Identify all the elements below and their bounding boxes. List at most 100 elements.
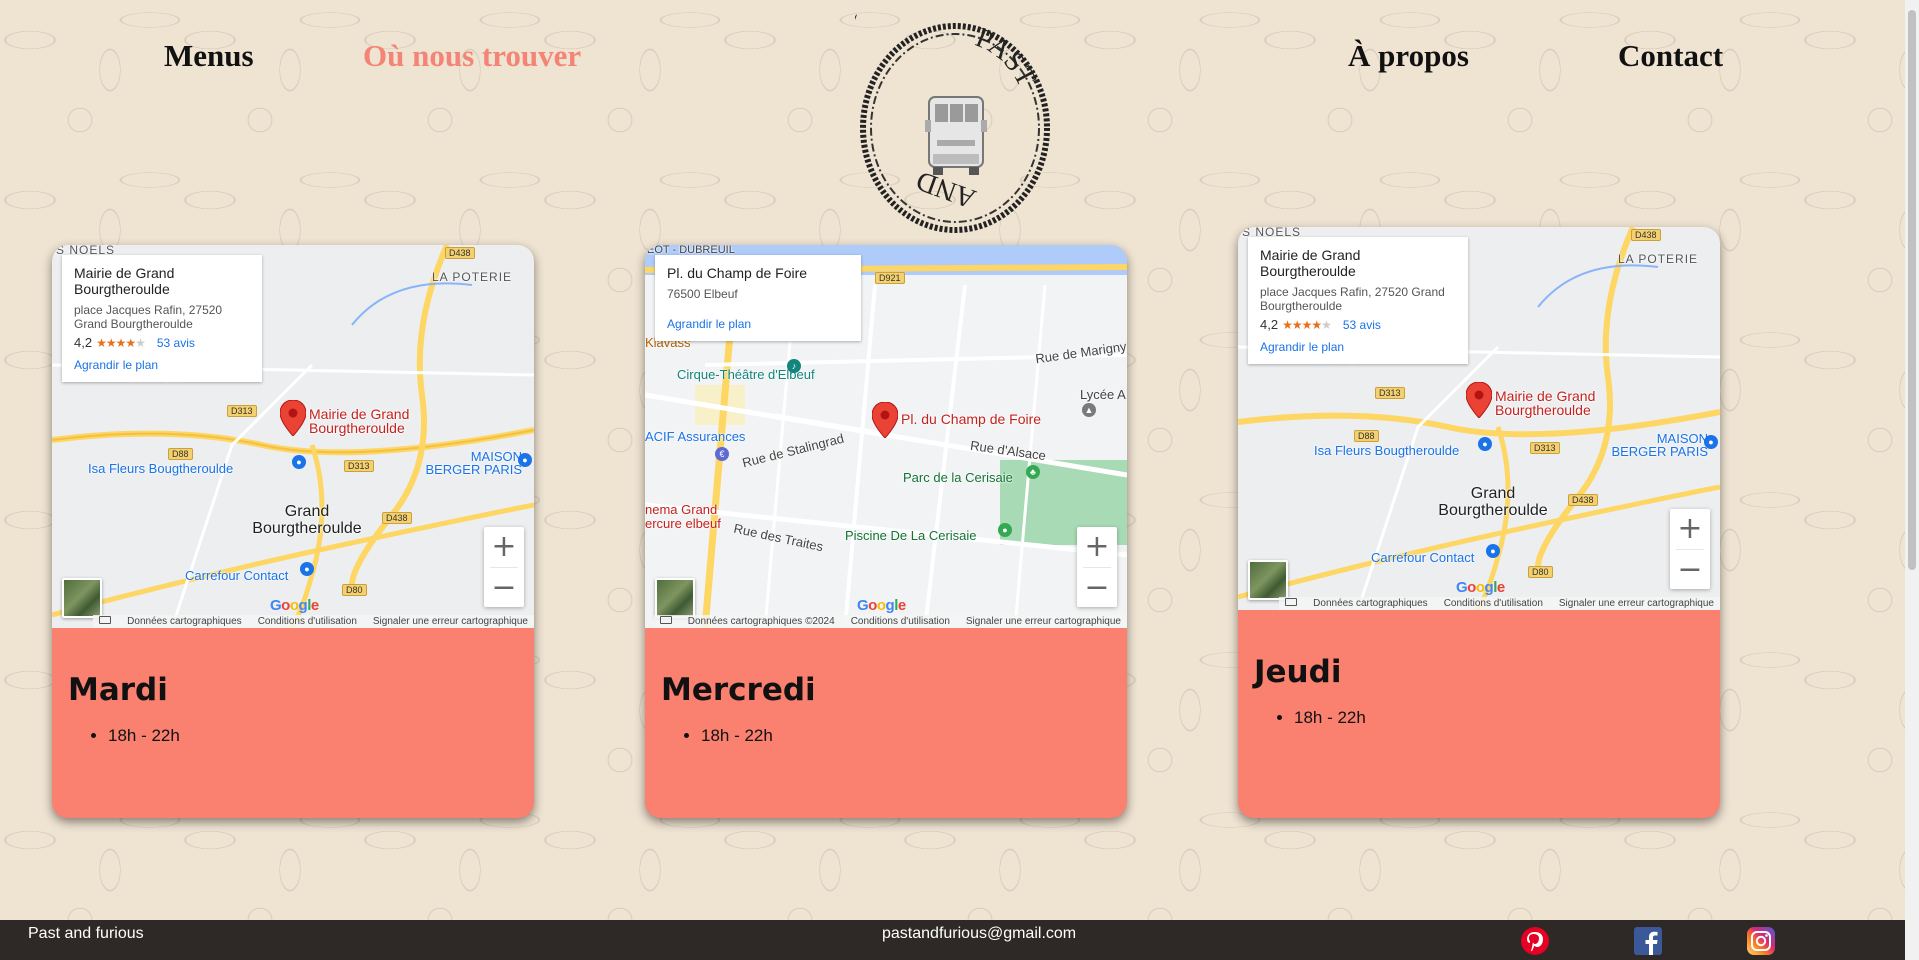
- shop-icon[interactable]: ●: [518, 453, 532, 467]
- enlarge-map-link[interactable]: Agrandir le plan: [1260, 340, 1458, 354]
- map-label: MAISON BERGER PARIS: [425, 449, 522, 477]
- pinterest-icon[interactable]: [1520, 926, 1550, 956]
- nav-menus[interactable]: Menus: [164, 38, 254, 74]
- place-rating: 4,2 ★★★★★ 53 avis: [1260, 317, 1458, 332]
- enlarge-map-link[interactable]: Agrandir le plan: [667, 317, 851, 331]
- place-address: 76500 Elbeuf: [667, 287, 738, 301]
- road-badge: D438: [382, 512, 412, 524]
- star-rating-icon: ★★★★★: [96, 335, 146, 350]
- map-attribution: Données cartographiques Conditions d'uti…: [1279, 597, 1720, 610]
- map-place-info: Mairie de Grand Bourgtheroulde place Jac…: [62, 255, 262, 382]
- opening-hours: 18h - 22h: [108, 726, 516, 746]
- zoom-out-icon[interactable]: −: [1077, 568, 1117, 608]
- map-embed[interactable]: LA POTERIE S NOËLS Ceref BTP Isa Fleurs …: [1238, 227, 1720, 610]
- road-badge: D438: [445, 247, 475, 259]
- map-label: ACIF Assurances: [645, 429, 746, 444]
- location-card-wednesday: EOT - DUBREUIL D921 Klavass Rue de Marig…: [645, 245, 1127, 818]
- map-embed[interactable]: EOT - DUBREUIL D921 Klavass Rue de Marig…: [645, 245, 1127, 628]
- map-data-link[interactable]: Données cartographiques: [127, 616, 242, 627]
- report-error-link[interactable]: Signaler une erreur cartographique: [966, 616, 1121, 627]
- map-place-info: Pl. du Champ de Foire 76500 Elbeuf Agran…: [655, 255, 861, 341]
- terms-link[interactable]: Conditions d'utilisation: [258, 616, 357, 627]
- shop-icon[interactable]: ●: [300, 562, 314, 576]
- place-address: place Jacques Rafin, 27520 Grand Bourgth…: [74, 303, 223, 331]
- map-label: Isa Fleurs Bougtheroulde: [88, 461, 234, 476]
- satellite-toggle[interactable]: [1248, 560, 1288, 600]
- reviews-link[interactable]: 53 avis: [157, 336, 195, 350]
- zoom-out-icon[interactable]: −: [1670, 550, 1710, 590]
- road-badge: D313: [1530, 442, 1560, 454]
- nav-where-to-find-us[interactable]: Où nous trouver: [363, 38, 581, 74]
- google-logo: Google: [270, 597, 319, 614]
- road-badge: D921: [875, 272, 905, 284]
- location-card-tuesday: LA POTERIE S NOËLS Ceref BTP Isa Fleurs …: [52, 245, 534, 818]
- map-data-link[interactable]: Données cartographiques: [1313, 598, 1428, 609]
- map-marker-label[interactable]: Mairie de Grand Bourgtheroulde: [309, 407, 414, 435]
- nav-contact[interactable]: Contact: [1618, 38, 1723, 74]
- location-card-thursday: LA POTERIE S NOËLS Ceref BTP Isa Fleurs …: [1238, 227, 1720, 818]
- map-attribution: Données cartographiques ©2024 Conditions…: [653, 615, 1127, 628]
- footer: Past and furious pastandfurious@gmail.co…: [0, 920, 1905, 960]
- map-label: Carrefour Contact: [1371, 550, 1475, 565]
- instagram-icon[interactable]: [1746, 926, 1776, 956]
- map-place-info: Mairie de Grand Bourgtheroulde place Jac…: [1248, 237, 1468, 364]
- map-marker-label[interactable]: Mairie de Grand Bourgtheroulde: [1495, 389, 1600, 417]
- opening-hours: 18h - 22h: [701, 726, 1109, 746]
- terms-link[interactable]: Conditions d'utilisation: [851, 616, 950, 627]
- map-label: Isa Fleurs Bougtheroulde: [1314, 443, 1460, 458]
- park-icon[interactable]: ♣: [1026, 465, 1040, 479]
- facebook-icon[interactable]: [1633, 926, 1663, 956]
- zoom-in-icon[interactable]: +: [1077, 527, 1117, 567]
- day-title: Jeudi: [1254, 654, 1342, 690]
- reviews-link[interactable]: 53 avis: [1343, 318, 1381, 332]
- shop-icon[interactable]: ●: [1478, 437, 1492, 451]
- map-marker-icon[interactable]: [872, 402, 898, 438]
- google-logo: Google: [1456, 579, 1505, 596]
- place-rating: 4,2 ★★★★★ 53 avis: [74, 335, 252, 350]
- star-rating-icon: ★★★★★: [1282, 317, 1332, 332]
- satellite-toggle[interactable]: [62, 578, 102, 618]
- logo-text-past: PAST: [971, 22, 1042, 91]
- report-error-link[interactable]: Signaler une erreur cartographique: [373, 616, 528, 627]
- shop-icon[interactable]: ●: [1486, 544, 1500, 558]
- enlarge-map-link[interactable]: Agrandir le plan: [74, 358, 252, 372]
- road-badge: D88: [1354, 430, 1379, 442]
- footer-email-link[interactable]: pastandfurious@gmail.com: [882, 925, 1076, 943]
- shop-icon[interactable]: ●: [1704, 435, 1718, 449]
- rating-value: 4,2: [1260, 317, 1279, 332]
- zoom-out-icon[interactable]: −: [484, 568, 524, 608]
- school-icon[interactable]: ▲: [1082, 403, 1096, 417]
- terms-link[interactable]: Conditions d'utilisation: [1444, 598, 1543, 609]
- day-title: Mardi: [68, 672, 168, 708]
- keyboard-icon[interactable]: [99, 616, 112, 624]
- keyboard-icon[interactable]: [659, 616, 672, 624]
- map-label: MAISON BERGER PARIS: [1611, 431, 1708, 459]
- road-badge: D313: [227, 405, 257, 417]
- svg-text:PAST: PAST: [971, 22, 1042, 91]
- map-data-link[interactable]: Données cartographiques ©2024: [688, 616, 835, 627]
- satellite-toggle[interactable]: [655, 578, 695, 618]
- map-marker-label[interactable]: Pl. du Champ de Foire: [901, 412, 1041, 426]
- zoom-in-icon[interactable]: +: [484, 527, 524, 567]
- zoom-in-icon[interactable]: +: [1670, 509, 1710, 549]
- keyboard-icon[interactable]: [1285, 598, 1298, 606]
- footer-brand: Past and furious: [28, 925, 144, 942]
- day-title: Mercredi: [661, 672, 816, 708]
- map-marker-icon[interactable]: [280, 400, 306, 436]
- nav-about[interactable]: À propos: [1348, 38, 1469, 74]
- map-embed[interactable]: LA POTERIE S NOËLS Ceref BTP Isa Fleurs …: [52, 245, 534, 628]
- brand-logo[interactable]: PAST FURIOUS AND: [813, 0, 1055, 244]
- road-badge: D313: [344, 460, 374, 472]
- zoom-controls: + −: [484, 527, 524, 607]
- report-error-link[interactable]: Signaler une erreur cartographique: [1559, 598, 1714, 609]
- place-title: Mairie de Grand Bourgtheroulde: [1260, 247, 1361, 279]
- road-badge: D313: [1375, 387, 1405, 399]
- pool-icon[interactable]: ●: [998, 523, 1012, 537]
- office-icon[interactable]: €: [715, 447, 729, 461]
- theater-icon[interactable]: ♪: [787, 359, 801, 373]
- page-scrollbar[interactable]: [1905, 0, 1919, 960]
- shop-icon[interactable]: ●: [292, 455, 306, 469]
- map-marker-icon[interactable]: [1466, 382, 1492, 418]
- place-title: Pl. du Champ de Foire: [667, 265, 808, 281]
- scrollbar-thumb[interactable]: [1908, 10, 1916, 570]
